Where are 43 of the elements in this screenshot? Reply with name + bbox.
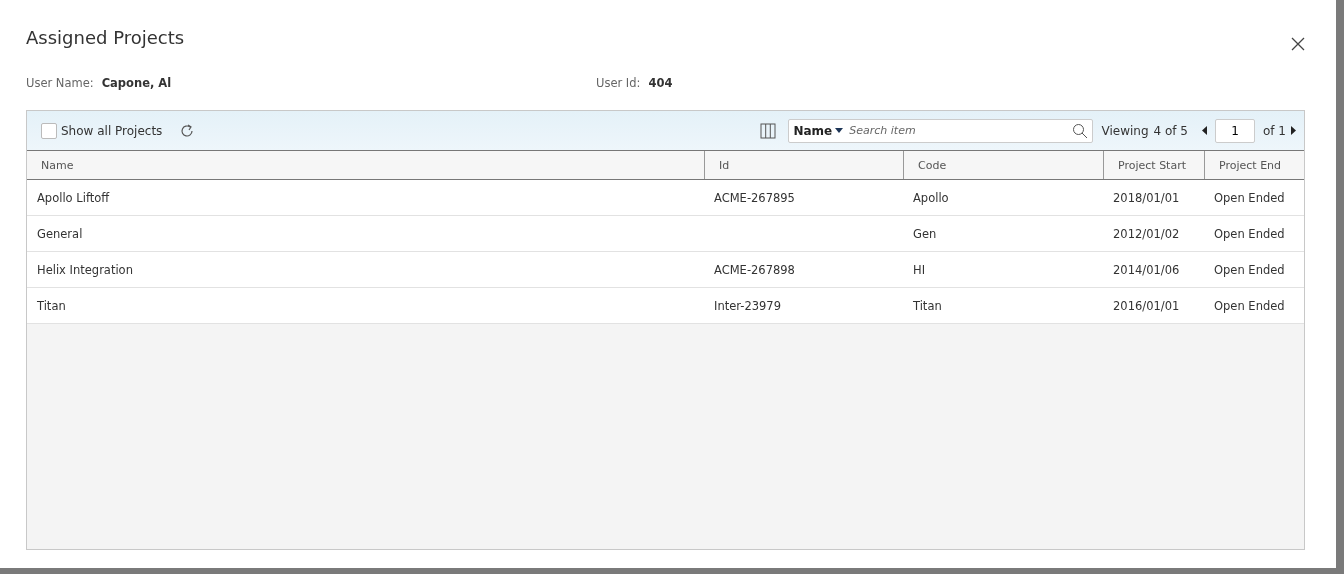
column-header[interactable]: Code xyxy=(903,151,1103,179)
next-page-icon[interactable] xyxy=(1291,126,1296,135)
viewing-count: 4 of 5 xyxy=(1153,123,1188,138)
caret-icon xyxy=(835,128,844,133)
column-header[interactable]: Project Start xyxy=(1103,151,1204,179)
table-cell-text: Apollo xyxy=(912,189,950,207)
close-icon[interactable] xyxy=(1290,36,1306,52)
table-cell-text: Gen xyxy=(912,225,938,243)
table-cell-text: ACME-267898 xyxy=(713,261,796,279)
field-dropdown[interactable]: Name xyxy=(793,123,844,138)
table-cell-text: Titan xyxy=(912,297,943,315)
column-header[interactable]: Id xyxy=(704,151,903,179)
viewing-label: Viewing xyxy=(1101,123,1149,138)
page-input[interactable]: 1 xyxy=(1215,118,1255,143)
table-cell-text: 2012/01/02 xyxy=(1112,225,1181,243)
table-cell-text: 2016/01/01 xyxy=(1112,297,1181,315)
table-cell-text: Open Ended xyxy=(1213,189,1286,207)
table-cell-text: Open Ended xyxy=(1213,261,1286,279)
dialog-title: Assigned Projects xyxy=(26,26,185,48)
checkbox-label: Show all Projects xyxy=(61,123,163,138)
field-value: 404 xyxy=(648,76,673,90)
table-cell-text: Open Ended xyxy=(1213,297,1286,315)
table-cell-text: Open Ended xyxy=(1213,225,1286,243)
field-value: Capone, Al xyxy=(101,76,172,90)
columns-icon[interactable] xyxy=(760,122,777,139)
table-cell-text: Apollo Liftoff xyxy=(36,189,111,207)
search-field[interactable]: Name Search item xyxy=(788,118,1094,143)
table-cell-text: HI xyxy=(912,261,927,279)
table-cell-text: Inter-23979 xyxy=(713,297,782,315)
table-cell-text: Titan xyxy=(36,297,67,315)
column-header[interactable]: Name xyxy=(27,151,704,179)
table-cell-text: Helix Integration xyxy=(36,261,134,279)
table-cell-text: ACME-267895 xyxy=(713,189,796,207)
table-cell-text: 2018/01/01 xyxy=(1112,189,1181,207)
field-label: User Name: xyxy=(26,76,94,90)
search-icon[interactable] xyxy=(1072,122,1089,139)
table-cell-text: General xyxy=(36,225,84,243)
checkbox[interactable] xyxy=(41,122,57,139)
table-cell-text: 2014/01/06 xyxy=(1112,261,1181,279)
page-total: of 1 xyxy=(1263,123,1286,138)
previous-page-icon[interactable] xyxy=(1202,126,1207,135)
column-header[interactable]: Project End xyxy=(1204,151,1304,179)
field-label: User Id: xyxy=(596,76,641,90)
